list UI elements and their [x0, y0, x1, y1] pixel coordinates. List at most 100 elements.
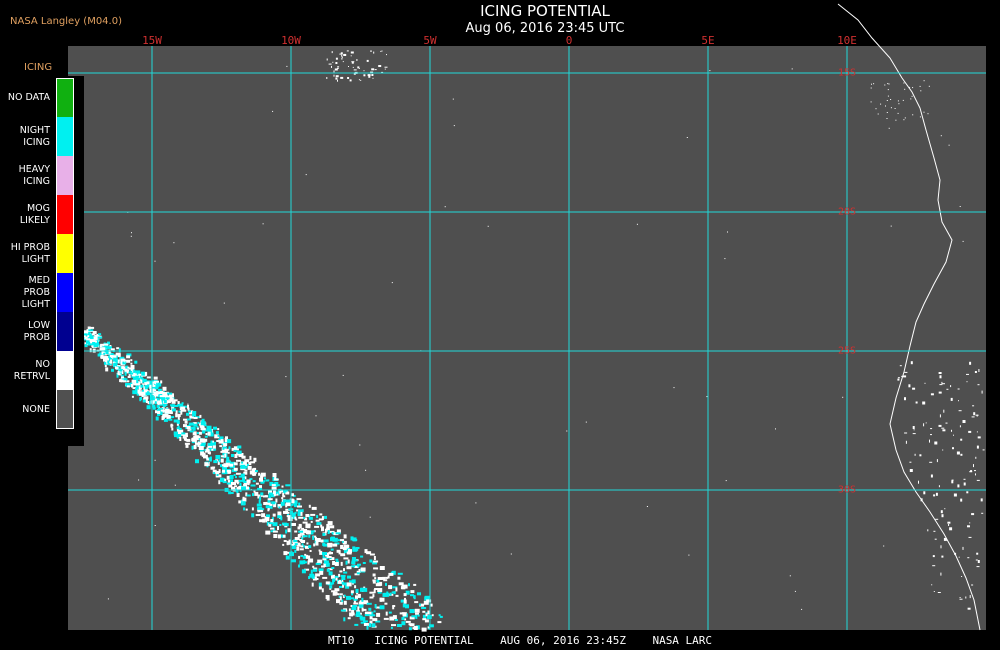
icing-pixel — [982, 449, 985, 451]
icing-pixel — [249, 470, 255, 475]
icing-pixel — [150, 384, 156, 387]
icing-pixel — [372, 579, 376, 582]
legend-swatch — [56, 312, 74, 351]
icing-pixel — [960, 498, 963, 502]
icing-pixel — [156, 391, 160, 395]
icing-pixel — [952, 447, 954, 450]
icing-pixel — [968, 536, 972, 538]
icing-pixel — [384, 66, 388, 68]
icing-pixel — [887, 89, 889, 91]
icing-pixel — [346, 595, 351, 600]
icing-pixel — [308, 576, 311, 579]
icing-pixel — [138, 479, 140, 481]
icing-pixel — [253, 457, 257, 462]
icing-pixel — [138, 391, 142, 396]
icing-pixel — [327, 530, 330, 534]
icing-pixel — [312, 568, 317, 572]
icing-pixel — [413, 583, 417, 586]
icing-pixel — [349, 580, 354, 583]
icing-pixel — [395, 594, 399, 597]
icing-pixel — [236, 482, 239, 485]
icing-pixel — [351, 559, 354, 563]
icing-pixel — [291, 523, 296, 526]
icing-pixel — [210, 440, 213, 444]
icing-pixel — [967, 525, 970, 528]
icing-pixel — [974, 470, 976, 472]
icing-pixel — [357, 593, 361, 598]
icing-pixel — [371, 68, 375, 71]
icing-pixel — [842, 396, 844, 398]
icing-pixel — [315, 415, 317, 417]
icing-pixel — [971, 584, 974, 586]
icing-pixel — [89, 326, 95, 329]
icing-pixel — [360, 555, 364, 558]
icing-pixel — [321, 527, 324, 532]
icing-pixel — [340, 553, 346, 557]
icing-pixel — [358, 601, 364, 605]
icing-pixel — [251, 507, 254, 511]
icing-pixel — [332, 561, 336, 565]
icing-pixel — [894, 108, 896, 109]
icing-pixel — [969, 361, 972, 365]
legend-swatch — [56, 351, 74, 390]
icing-pixel — [356, 611, 360, 616]
icing-pixel — [918, 480, 919, 484]
icing-pixel — [939, 414, 941, 418]
icing-pixel — [942, 449, 944, 451]
icing-pixel — [261, 513, 266, 518]
latitude-label: 25S — [838, 345, 857, 357]
icing-pixel — [374, 69, 377, 71]
icing-pixel — [236, 493, 240, 497]
icing-pixel — [199, 438, 205, 443]
footer-caption: MT10 ICING POTENTIAL AUG 06, 2016 23:45Z… — [327, 634, 713, 647]
icing-pixel — [930, 428, 933, 430]
icing-pixel — [260, 492, 264, 496]
icing-pixel — [335, 75, 339, 78]
icing-pixel — [888, 127, 890, 129]
icing-pixel — [158, 389, 160, 392]
icing-pixel — [890, 225, 892, 227]
icing-pixel — [340, 609, 346, 612]
icing-pixel — [305, 524, 311, 529]
icing-pixel — [294, 530, 298, 533]
legend-swatch — [56, 390, 74, 429]
icing-pixel — [281, 497, 284, 500]
icing-pixel — [207, 450, 210, 454]
icing-pixel — [294, 543, 298, 546]
icing-pixel — [408, 583, 410, 587]
icing-pixel — [117, 370, 120, 375]
icing-pixel — [265, 517, 270, 521]
icing-pixel — [322, 576, 328, 579]
icing-pixel — [121, 376, 124, 379]
icing-pixel — [237, 451, 242, 454]
icing-pixel — [103, 352, 106, 355]
icing-pixel — [374, 577, 377, 580]
icing-pixel — [933, 494, 936, 497]
icing-pixel — [130, 359, 133, 362]
icing-pixel — [953, 493, 957, 497]
icing-pixel — [228, 446, 231, 450]
icing-pixel — [304, 553, 307, 556]
icing-pixel — [135, 370, 141, 374]
icing-pixel — [154, 401, 157, 405]
icing-pixel — [941, 555, 944, 558]
icing-pixel — [381, 50, 383, 52]
icing-pixel — [352, 66, 354, 68]
icing-pixel — [123, 378, 128, 381]
legend-item: LOW PROB — [0, 312, 84, 351]
icing-pixel — [924, 382, 926, 384]
icing-pixel — [87, 335, 90, 338]
icing-pixel — [339, 53, 343, 55]
icing-pixel — [328, 552, 333, 555]
icing-pixel — [335, 577, 338, 581]
icing-pixel — [342, 61, 344, 63]
icing-pixel — [191, 437, 197, 442]
icing-pixel — [338, 573, 341, 577]
icing-pixel — [315, 519, 320, 522]
icing-pixel — [688, 554, 690, 556]
icing-pixel — [388, 572, 394, 576]
icing-pixel — [146, 401, 149, 403]
icing-pixel — [262, 508, 265, 511]
icing-pixel — [88, 329, 94, 332]
icing-pixel — [944, 508, 946, 510]
